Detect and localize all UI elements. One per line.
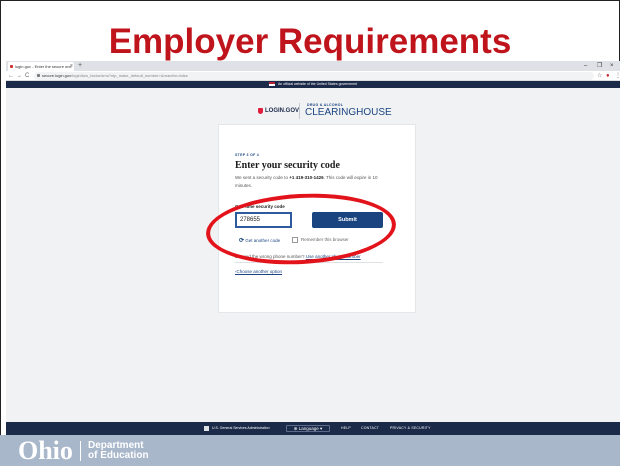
page-footer: U.S. General Services Administration ⊕ L… bbox=[6, 422, 620, 435]
back-icon[interactable]: ← bbox=[8, 71, 14, 81]
slide-title: Employer Requirements bbox=[108, 22, 512, 61]
dept-of-education: Department of Education bbox=[88, 441, 149, 461]
login-gov-favicon-icon bbox=[10, 65, 13, 68]
us-flag-icon bbox=[268, 82, 275, 86]
ohio-footer-bar: Ohio Department of Education bbox=[0, 435, 620, 466]
footer-privacy-link[interactable]: PRIVACY & SECURITY bbox=[390, 422, 431, 435]
address-bar-row: ← → C secure.login.gov/login/two_factor/… bbox=[6, 71, 620, 81]
clearinghouse-logo: CLEARINGHOUSE bbox=[305, 107, 392, 118]
reload-icon[interactable]: C bbox=[25, 71, 29, 81]
gov-banner-text: An official website of the United States… bbox=[277, 82, 358, 86]
page-heading: Enter your security code bbox=[235, 160, 340, 171]
gsa-logo-icon bbox=[204, 426, 209, 431]
restore-icon[interactable]: ❐ bbox=[597, 61, 602, 71]
desc-prefix: We sent a security code to bbox=[235, 175, 290, 180]
login-gov-shield-icon bbox=[258, 108, 263, 114]
url-host: secure.login.gov bbox=[42, 73, 72, 78]
new-tab-button[interactable]: + bbox=[78, 61, 82, 71]
bookmark-star-icon[interactable]: ☆ bbox=[597, 72, 602, 81]
dept-line-2: of Education bbox=[88, 450, 149, 461]
forward-icon[interactable]: → bbox=[16, 71, 22, 81]
language-button[interactable]: ⊕ Language ▾ bbox=[286, 425, 330, 432]
footer-contact-link[interactable]: CONTACT bbox=[361, 422, 379, 435]
gov-banner: An official website of the United States… bbox=[6, 81, 620, 88]
close-window-icon[interactable]: × bbox=[610, 61, 614, 71]
tab-close-icon[interactable]: × bbox=[70, 62, 73, 71]
ohio-logo: Ohio bbox=[18, 436, 73, 465]
step-indicator: STEP 3 OF 4 bbox=[235, 153, 260, 157]
tab-title: login.gov - Enter the secure one bbox=[15, 64, 72, 69]
login-gov-logo: LOGIN.GOV bbox=[265, 108, 300, 114]
url-field[interactable]: secure.login.gov/login/two_factor/sms?ot… bbox=[34, 72, 594, 80]
browser-tab[interactable]: login.gov - Enter the secure one × bbox=[8, 62, 74, 71]
url-path: /login/two_factor/sms?otp_make_default_n… bbox=[71, 73, 188, 78]
ohio-separator bbox=[80, 441, 81, 461]
tab-bar: login.gov - Enter the secure one × + – ❐… bbox=[6, 61, 620, 71]
logo-row: LOGIN.GOV DRUG & ALCOHOL CLEARINGHOUSE bbox=[6, 101, 620, 119]
choose-another-option-link[interactable]: ‹Choose another option bbox=[235, 269, 282, 274]
footer-help-link[interactable]: HELP bbox=[341, 422, 351, 435]
phone-number: +1 419-310-1426 bbox=[289, 175, 324, 180]
minimize-icon[interactable]: – bbox=[584, 61, 587, 71]
gsa-text: U.S. General Services Administration bbox=[212, 426, 270, 430]
profile-icon[interactable]: ● bbox=[606, 72, 610, 81]
code-sent-description: We sent a security code to +1 419-310-14… bbox=[235, 174, 395, 190]
lock-icon bbox=[37, 74, 40, 77]
logo-divider bbox=[299, 103, 300, 119]
browser-menu-icon[interactable]: ⋮ bbox=[615, 72, 620, 81]
